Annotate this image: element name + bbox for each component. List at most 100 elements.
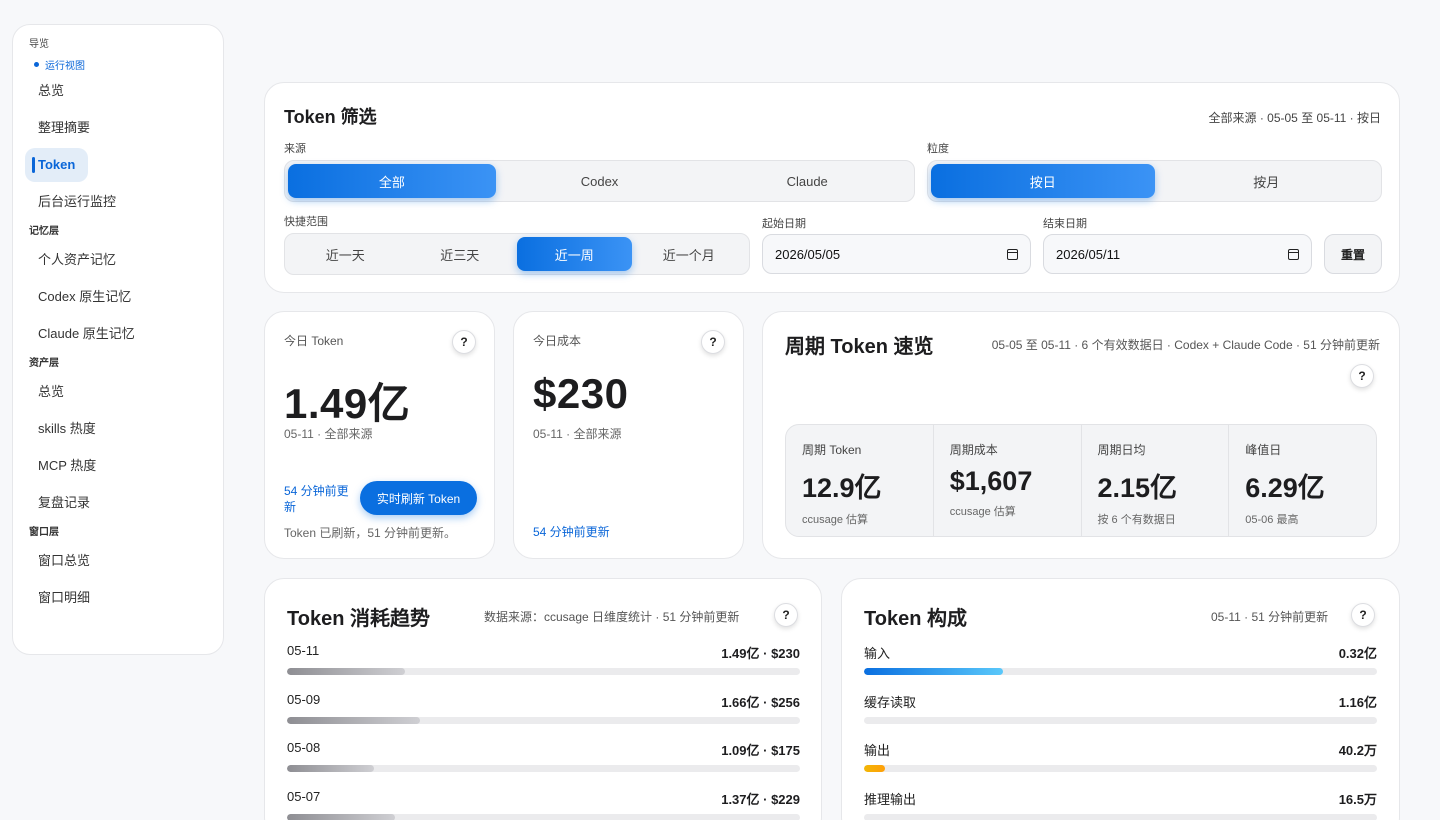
trend-row-label: 05-07 — [287, 788, 321, 804]
trend-row-label: 05-11 — [287, 643, 320, 658]
bar-fill — [864, 765, 885, 772]
asset-heading: 资产层 — [29, 358, 59, 369]
today-token-updated: 54 分钟前更新 — [284, 484, 349, 514]
sidebar-item-claude-memory[interactable]: Claude 原生记忆 — [25, 317, 148, 351]
granularity-segmented-control: 按日 按月 — [927, 160, 1382, 202]
composition-row-value: 1.16亿 — [1338, 694, 1377, 710]
composition-title: Token 构成 — [864, 608, 967, 630]
calendar-icon[interactable] — [1288, 248, 1299, 260]
sidebar-item-personal-memory[interactable]: 个人资产记忆 — [25, 243, 129, 277]
trend-row: 05-09 1.66亿 · $256 — [287, 692, 800, 732]
composition-meta: 05-11 · 51 分钟前更新 — [1211, 610, 1329, 624]
sidebar-item-overview[interactable]: 总览 — [25, 74, 77, 108]
current-view-label: 运行视图 — [45, 60, 85, 72]
composition-row: 缓存读取 1.16亿 — [864, 692, 1377, 732]
today-cost-label: 今日成本 — [533, 334, 582, 348]
help-icon[interactable]: ? — [774, 603, 798, 627]
today-cost-updated: 54 分钟前更新 — [533, 525, 610, 539]
granularity-option-day[interactable]: 按日 — [931, 164, 1155, 198]
composition-row: 输出 40.2万 — [864, 740, 1377, 780]
start-date-label: 起始日期 — [762, 218, 806, 230]
bar-fill — [287, 765, 375, 772]
sidebar-item-codex-memory[interactable]: Codex 原生记忆 — [25, 280, 144, 314]
trend-row-value: 1.37亿 · $229 — [721, 791, 800, 807]
source-option-all[interactable]: 全部 — [288, 164, 496, 198]
trend-row: 05-08 1.09亿 · $175 — [287, 740, 800, 780]
window-heading: 窗口层 — [29, 527, 59, 538]
granularity-label: 粒度 — [927, 143, 949, 155]
sidebar-item-background-monitor[interactable]: 后台运行监控 — [25, 185, 129, 219]
trend-row-label: 05-08 — [287, 740, 321, 755]
today-cost-value: $230 — [533, 370, 629, 417]
source-segmented-control: 全部 Codex Claude — [284, 160, 915, 202]
today-cost-card: 今日成本 ? $230 05-11 · 全部来源 54 分钟前更新 — [513, 311, 744, 559]
bar-track — [287, 716, 800, 724]
range-option-1w[interactable]: 近一周 — [517, 237, 632, 271]
today-cost-note: 05-11 · 全部来源 — [533, 427, 622, 441]
range-label: 快捷范围 — [284, 216, 328, 228]
range-option-3d[interactable]: 近三天 — [403, 237, 518, 271]
metric-period-daily-avg: 周期日均 2.15亿 按 6 个有数据日 — [1082, 425, 1230, 536]
calendar-icon[interactable] — [1007, 248, 1018, 260]
today-token-card: 今日 Token ? 1.49亿 05-11 · 全部来源 54 分钟前更新 实… — [264, 311, 495, 559]
bar-track — [287, 813, 800, 820]
end-date-value: 2026/05/11 — [1056, 246, 1121, 262]
sidebar-item-mcp-heat[interactable]: MCP 热度 — [25, 449, 109, 483]
bar-fill — [287, 668, 405, 675]
start-date-value: 2026/05/05 — [775, 246, 841, 262]
bar-track — [864, 813, 1377, 820]
token-composition-card: Token 构成 05-11 · 51 分钟前更新 ? 输入 0.32亿缓存读取 1… — [841, 578, 1400, 820]
sidebar-item-window-detail[interactable]: 窗口明细 — [25, 581, 103, 615]
end-date-label: 结束日期 — [1043, 218, 1087, 230]
composition-row-value: 0.32亿 — [1338, 646, 1377, 661]
trend-row-value: 1.09亿 · $175 — [721, 743, 800, 758]
composition-row: 推理输出 16.5万 — [864, 789, 1377, 820]
start-date-input[interactable]: 2026/05/05 — [762, 234, 1031, 274]
source-label: 来源 — [284, 143, 306, 155]
metric-period-token: 周期 Token 12.9亿 ccusage 估算 — [786, 425, 934, 536]
sidebar-item-token[interactable]: Token — [25, 148, 89, 182]
trend-row-value: 1.66亿 · $256 — [721, 694, 800, 710]
help-icon[interactable]: ? — [701, 330, 725, 354]
sidebar: 导览 运行视图 总览 整理摘要 Token 后台运行监控 记忆层 个人资产记忆 … — [12, 24, 224, 655]
granularity-option-month[interactable]: 按月 — [1155, 164, 1379, 198]
help-icon[interactable]: ? — [1350, 364, 1374, 388]
composition-row-label: 缓存读取 — [864, 694, 917, 710]
trend-row: 05-07 1.37亿 · $229 — [287, 789, 800, 820]
overview-title: 周期 Token 速览 — [785, 336, 934, 358]
composition-row-label: 输出 — [864, 743, 891, 758]
sidebar-item-asset-overview[interactable]: 总览 — [25, 375, 77, 409]
source-option-claude[interactable]: Claude — [703, 164, 911, 198]
memory-heading: 记忆层 — [29, 226, 59, 237]
bar-fill — [287, 716, 421, 724]
dot-icon — [34, 61, 39, 67]
bar-track — [287, 668, 800, 675]
range-option-1d[interactable]: 近一天 — [288, 237, 403, 271]
token-filter-card: Token 筛选 全部来源 · 05-05 至 05-11 · 按日 来源 全部… — [264, 82, 1400, 293]
sidebar-item-skills-heat[interactable]: skills 热度 — [25, 412, 109, 446]
metric-period-cost: 周期成本 $1,607 ccusage 估算 — [934, 425, 1082, 536]
source-option-codex[interactable]: Codex — [496, 164, 704, 198]
end-date-input[interactable]: 2026/05/11 — [1043, 234, 1312, 274]
trend-meta: 数据来源：ccusage 日维度统计 · 51 分钟前更新 — [484, 610, 740, 624]
composition-row: 输入 0.32亿 — [864, 643, 1377, 683]
trend-title: Token 消耗趋势 — [287, 608, 430, 630]
refresh-token-button[interactable]: 实时刷新 Token — [360, 481, 477, 515]
help-icon[interactable]: ? — [1351, 603, 1375, 627]
range-option-1m[interactable]: 近一个月 — [632, 237, 747, 271]
sidebar-item-review-records[interactable]: 复盘记录 — [25, 486, 103, 520]
current-view-indicator: 运行视图 — [34, 58, 211, 72]
composition-row-value: 16.5万 — [1338, 791, 1377, 807]
reset-button[interactable]: 重置 — [1324, 234, 1382, 274]
sidebar-item-window-overview[interactable]: 窗口总览 — [25, 544, 103, 578]
composition-row-label: 输入 — [864, 646, 891, 661]
sidebar-item-summary[interactable]: 整理摘要 — [25, 111, 103, 145]
overview-meta: 05-05 至 05-11 · 6 个有效数据日 · Codex + Claud… — [991, 338, 1380, 352]
bar-track — [864, 765, 1377, 772]
nav-heading: 导览 — [29, 39, 49, 50]
filter-title: Token 筛选 — [284, 107, 377, 127]
token-trend-card: Token 消耗趋势 数据来源：ccusage 日维度统计 · 51 分钟前更新… — [264, 578, 822, 820]
overview-metrics: 周期 Token 12.9亿 ccusage 估算 周期成本 $1,607 cc… — [785, 424, 1377, 537]
help-icon[interactable]: ? — [452, 330, 476, 354]
today-token-label: 今日 Token — [284, 334, 344, 348]
